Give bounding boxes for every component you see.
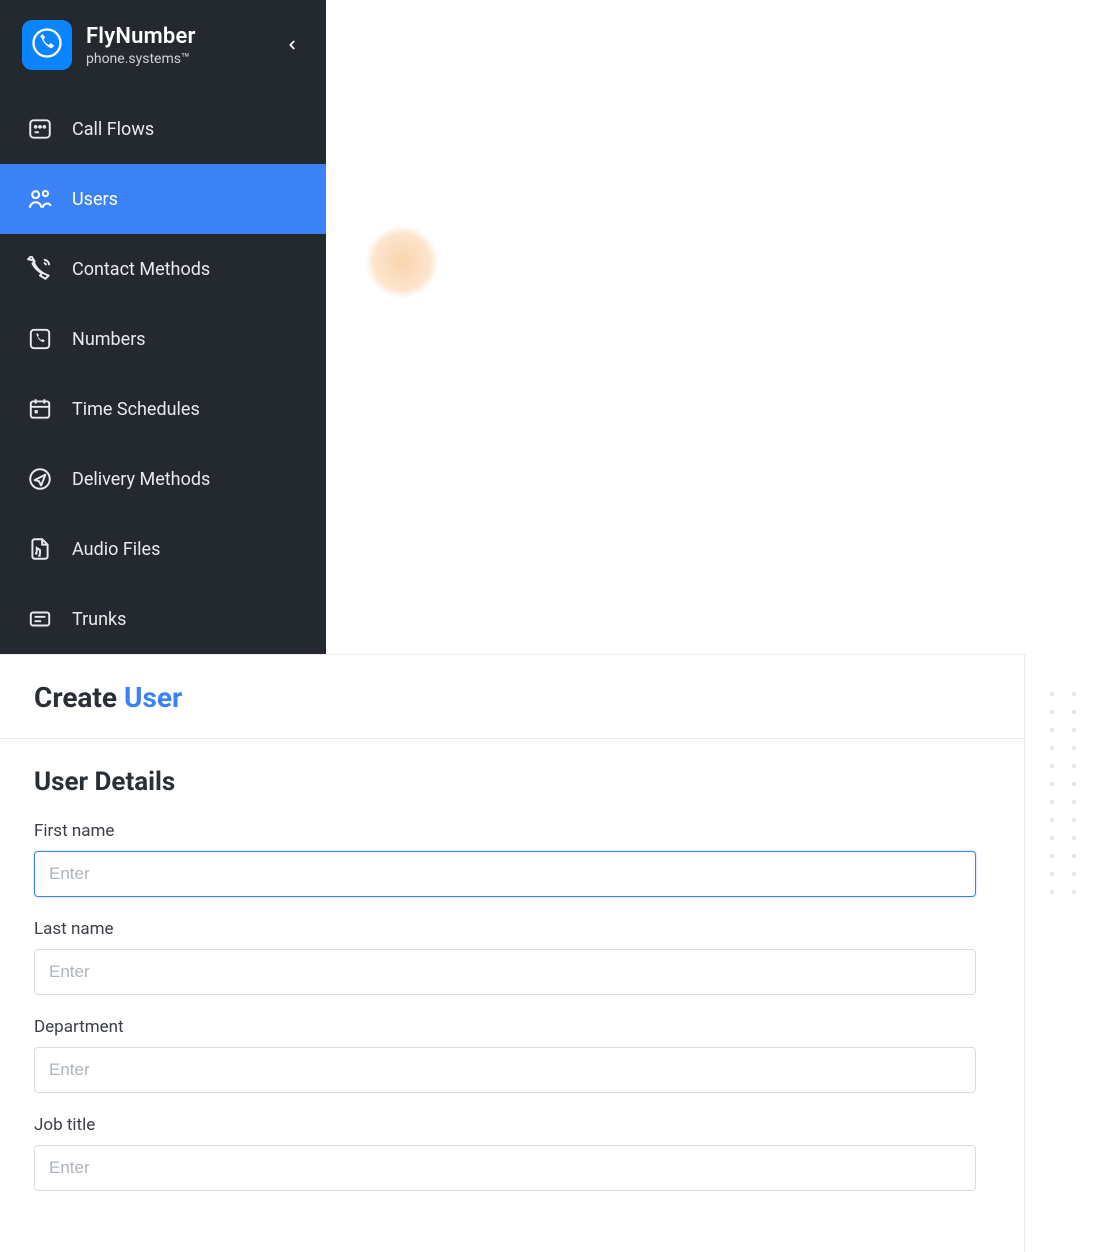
content-area: Create User User Details First name Last… [0,654,1024,1252]
main: Create User User Details First name Last… [0,654,1120,1252]
section-title: User Details [34,767,976,797]
field-last-name: Last name [34,919,976,995]
sidebar-item-label: Audio Files [72,539,160,560]
page-title-prefix: Create [34,681,124,714]
sidebar-item-label: Contact Methods [72,259,210,280]
sidebar-item-label: Delivery Methods [72,469,210,490]
users-icon [24,183,56,215]
job-title-label: Job title [34,1115,976,1135]
call-flows-icon [24,113,56,145]
first-name-input[interactable] [34,851,976,897]
department-label: Department [34,1017,976,1037]
phone-circle-icon [29,25,65,65]
sidebar-item-numbers[interactable]: Numbers [0,304,326,374]
last-name-label: Last name [34,919,976,939]
sidebar-item-delivery-methods[interactable]: Delivery Methods [0,444,326,514]
numbers-icon [24,323,56,355]
sidebar-item-label: Time Schedules [72,399,200,420]
trunks-icon [24,603,56,635]
sidebar-item-label: Trunks [72,609,126,630]
sidebar-item-label: Users [72,189,118,210]
sidebar-collapse-button[interactable] [278,32,306,60]
send-icon [24,463,56,495]
field-job-title: Job title [34,1115,976,1191]
audio-file-icon [24,533,56,565]
field-department: Department [34,1017,976,1093]
last-name-input[interactable] [34,949,976,995]
brand-subtitle: phone.systems™ [86,51,196,67]
annotation-highlight [366,226,438,298]
sidebar-item-contact-methods[interactable]: Contact Methods [0,234,326,304]
brand-name: FlyNumber [86,24,196,49]
right-rail [1024,654,1120,1252]
decorative-dot-grid [1050,692,1096,894]
page-title-accent: User [124,681,182,714]
app-logo [22,20,72,70]
sidebar-item-trunks[interactable]: Trunks [0,584,326,654]
chevron-left-icon [285,37,299,56]
first-name-label: First name [34,821,976,841]
user-details-form: User Details First name Last name Depart… [0,739,1010,1252]
sidebar-item-audio-files[interactable]: Audio Files [0,514,326,584]
field-first-name: First name [34,821,976,897]
sidebar-item-call-flows[interactable]: Call Flows [0,94,326,164]
page-title: Create User [34,681,990,714]
sidebar-item-label: Numbers [72,329,146,350]
sidebar: FlyNumber phone.systems™ Call Flows User… [0,0,326,654]
job-title-input[interactable] [34,1145,976,1191]
sidebar-nav: Call Flows Users Contact Methods Numbers… [0,94,326,654]
sidebar-item-label: Call Flows [72,119,154,140]
sidebar-item-users[interactable]: Users [0,164,326,234]
brand-block: FlyNumber phone.systems™ [86,24,196,67]
calendar-icon [24,393,56,425]
page-header: Create User [0,655,1024,739]
department-input[interactable] [34,1047,976,1093]
sidebar-header: FlyNumber phone.systems™ [0,0,326,88]
contact-methods-icon [24,253,56,285]
sidebar-item-time-schedules[interactable]: Time Schedules [0,374,326,444]
